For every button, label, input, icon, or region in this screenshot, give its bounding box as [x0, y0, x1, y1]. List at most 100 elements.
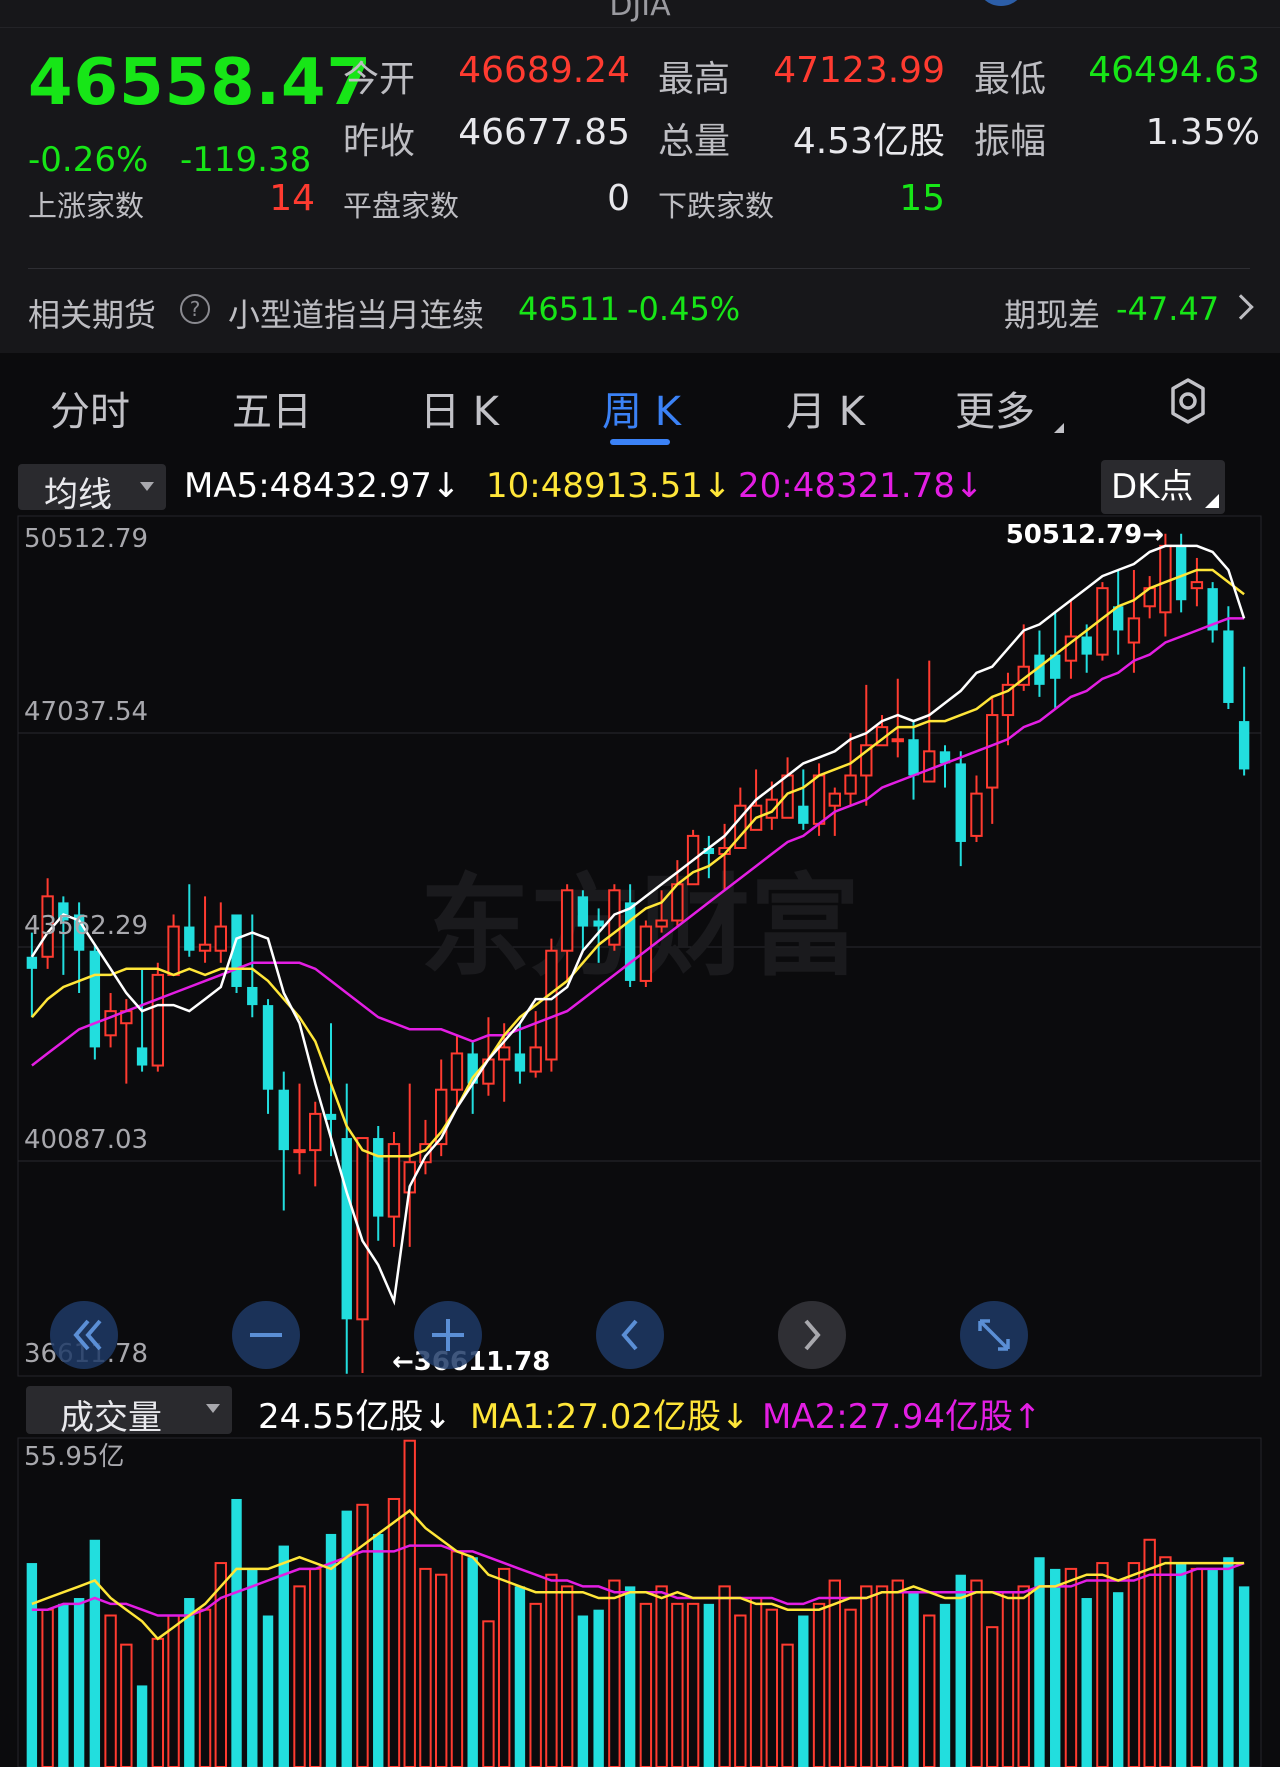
next-button[interactable] — [778, 1301, 846, 1369]
amplitude-label: 振幅 — [974, 121, 1047, 162]
tab-more[interactable]: 更多 — [955, 379, 1035, 437]
futures-contract[interactable]: 小型道指当月连续 — [228, 290, 484, 336]
candle — [450, 1035, 464, 1108]
candle — [1001, 672, 1015, 746]
candle — [1112, 570, 1124, 655]
y-tick-label: 55.95亿 — [24, 1442, 124, 1472]
candle-body — [593, 920, 604, 927]
candle — [1050, 612, 1061, 710]
kline-chart[interactable]: 东方财富 50512.79 47037.54 43562.29 40087.03… — [0, 515, 1280, 1377]
volume-bar — [593, 1609, 604, 1767]
candle-body — [214, 925, 227, 952]
candle-body — [970, 792, 983, 837]
candle — [970, 775, 983, 842]
chevron-right-icon[interactable] — [1228, 294, 1254, 320]
volume-bar — [450, 1550, 464, 1767]
advancers-value: 14 — [269, 178, 315, 219]
tab-intraday[interactable]: 分时 — [50, 379, 130, 437]
candle-body — [26, 956, 38, 969]
volume-bar — [812, 1602, 826, 1767]
dk-point-label: DK点 — [1111, 467, 1194, 507]
fullscreen-button[interactable] — [960, 1301, 1028, 1369]
gear-icon[interactable] — [1163, 376, 1213, 426]
prev-button[interactable] — [596, 1301, 664, 1369]
volume-bar — [167, 1614, 180, 1767]
tab-monthly-k[interactable]: 月 K — [786, 379, 865, 437]
rewind-button[interactable] — [50, 1301, 118, 1369]
question-circle-icon[interactable]: ? — [180, 294, 210, 324]
volume-bar — [1175, 1563, 1187, 1767]
y-tick-label: 50512.79 — [24, 524, 148, 554]
volume-chart[interactable]: 55.95亿 — [0, 1437, 1280, 1767]
basis-label[interactable]: 期现差 — [1004, 290, 1100, 336]
candle-body — [798, 805, 809, 824]
tab-weekly-k[interactable]: 周 K — [602, 379, 681, 437]
decliners-label: 下跌家数 — [658, 189, 775, 223]
candle — [262, 999, 274, 1114]
candle-body — [184, 926, 195, 951]
candle — [356, 1137, 369, 1373]
candle-body — [560, 889, 574, 952]
volume-bar — [608, 1579, 621, 1767]
candle — [1238, 666, 1250, 776]
volume-bar — [151, 1637, 165, 1767]
candle — [184, 884, 195, 957]
volume-bar — [198, 1608, 212, 1767]
volume-bar — [970, 1579, 983, 1767]
volume-bar — [923, 1614, 936, 1767]
candle — [89, 944, 101, 1060]
candle-body — [955, 763, 966, 842]
volume-bar — [341, 1510, 352, 1767]
y-tick-label: 40087.03 — [24, 1125, 148, 1155]
unchanged-value: 0 — [607, 178, 630, 219]
candle-body — [545, 949, 558, 1061]
volume-bar — [293, 1585, 306, 1767]
volume-bar — [231, 1498, 242, 1767]
candle-body — [136, 1047, 148, 1066]
candle — [860, 684, 873, 806]
volume-bar — [939, 1603, 951, 1767]
tab-daily-k[interactable]: 日 K — [420, 379, 499, 437]
candle — [278, 1071, 289, 1211]
candle-body — [577, 896, 589, 927]
candle-body — [986, 714, 999, 789]
candle — [1127, 570, 1141, 673]
candle — [403, 1083, 416, 1247]
active-tab-indicator — [610, 439, 670, 445]
volume-bar — [247, 1568, 258, 1767]
volume-bar — [278, 1545, 289, 1767]
ma10-readout: 10:48913.51↓ — [486, 466, 732, 506]
volume-bar — [262, 1615, 274, 1767]
volume-bar — [1050, 1568, 1061, 1767]
tab-five-day[interactable]: 五日 — [232, 379, 312, 437]
candle-body — [89, 950, 101, 1048]
candle — [781, 757, 794, 819]
candle — [798, 769, 809, 830]
candle-body — [293, 1149, 306, 1154]
volume-bar — [419, 1567, 432, 1767]
volume-bar — [120, 1643, 133, 1767]
candle-body — [450, 1052, 464, 1091]
volume-bar — [1238, 1586, 1250, 1767]
ma20-readout: 20:48321.78↓ — [738, 466, 984, 506]
candle-body — [341, 1138, 352, 1320]
volume-bar — [860, 1585, 873, 1767]
volume-bar — [655, 1585, 668, 1767]
zoom-in-button[interactable] — [414, 1301, 482, 1369]
candle — [1143, 576, 1156, 619]
volume-readout: 24.55亿股↓ — [258, 1397, 452, 1437]
volume-selector[interactable]: 成交量 — [26, 1386, 232, 1438]
candle-body — [167, 925, 180, 976]
volume-bar — [403, 1439, 416, 1767]
prev-close-label: 昨收 — [343, 121, 416, 162]
volume-bar — [58, 1603, 69, 1767]
zoom-out-button[interactable] — [232, 1301, 300, 1369]
candle-body — [529, 1046, 542, 1073]
candle-body — [373, 1138, 384, 1217]
ma-selector[interactable]: 均线 — [18, 464, 166, 515]
dk-point-button[interactable]: DK点 — [1101, 460, 1225, 514]
candle — [939, 745, 951, 788]
candle — [955, 751, 966, 867]
volume-bar — [104, 1614, 117, 1767]
volume-bar — [781, 1643, 794, 1767]
